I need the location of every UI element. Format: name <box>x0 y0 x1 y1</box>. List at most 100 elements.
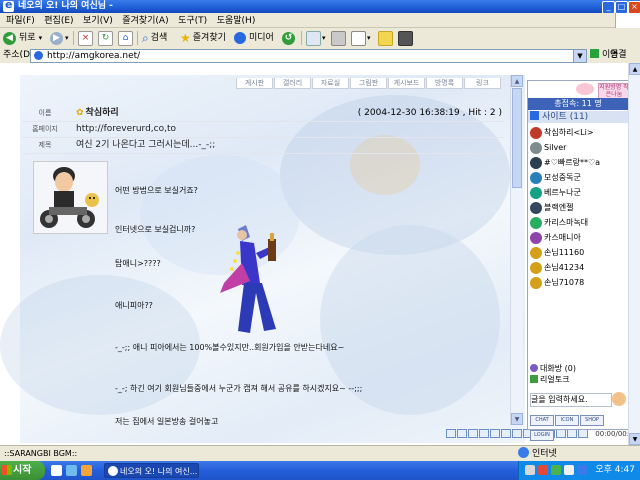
scroll-down-icon[interactable]: ▼ <box>511 413 523 425</box>
address-url: http://amgkorea.net/ <box>47 51 141 61</box>
user-list-item[interactable]: 카스매니아 <box>530 230 626 245</box>
menu-tools[interactable]: 도구(T) <box>178 14 207 28</box>
player-button[interactable] <box>567 429 577 438</box>
user-avatar-icon <box>530 246 542 259</box>
windows-logo-icon <box>615 13 640 28</box>
player-button[interactable] <box>479 429 489 438</box>
globe-icon <box>518 447 529 458</box>
nav-item[interactable]: 방명록 <box>426 78 463 89</box>
player-button[interactable] <box>578 429 588 438</box>
home-button[interactable]: ⌂ <box>118 30 133 46</box>
tray-icon[interactable] <box>538 465 548 475</box>
realtalk-label: 리얼토크 <box>540 375 570 384</box>
volume-icon[interactable] <box>564 465 574 475</box>
refresh-icon: ↻ <box>98 30 113 46</box>
windows-flag-icon <box>2 465 12 475</box>
media-button[interactable]: 미디어 <box>234 30 274 46</box>
user-list-item[interactable]: 착심하리<Li> <box>530 125 626 140</box>
user-list-item[interactable]: 베르누나군 <box>530 185 626 200</box>
forward-arrow-icon: ▶ <box>50 31 63 45</box>
messenger-button[interactable] <box>398 30 413 46</box>
chevron-down-icon: ▾ <box>65 34 69 42</box>
site-users-header[interactable]: 사이트 (11) <box>528 111 628 123</box>
print-icon <box>331 30 346 46</box>
user-list-item[interactable]: 손님41234 <box>530 260 626 275</box>
links-button[interactable]: 연결 <box>610 48 627 63</box>
user-list-item[interactable]: #♡빠르랑**♡a <box>530 155 626 170</box>
media-quicklaunch-icon[interactable] <box>81 465 92 476</box>
chatroom-row[interactable]: 대화방 (0) <box>528 363 628 374</box>
browser-scrollbar[interactable]: ▲ ▼ <box>628 63 640 445</box>
icon-button[interactable]: ICON <box>555 415 579 426</box>
chevron-down-icon: ▾ <box>38 34 43 42</box>
print-button[interactable] <box>331 30 346 46</box>
user-list-item[interactable]: Silver <box>530 140 626 155</box>
nav-item[interactable]: 게시보드 <box>388 78 425 89</box>
player-button[interactable] <box>556 429 566 438</box>
nav-item[interactable]: 게시판 <box>236 78 273 89</box>
scroll-thumb[interactable] <box>512 88 522 188</box>
shop-button[interactable]: SHOP <box>580 415 604 426</box>
address-dropdown-button[interactable]: ▼ <box>573 49 587 63</box>
player-button[interactable] <box>512 429 522 438</box>
player-button[interactable] <box>446 429 456 438</box>
post-author[interactable]: ✿ 착심하리 <box>76 105 119 121</box>
folder-button[interactable] <box>378 30 393 46</box>
scroll-up-icon[interactable]: ▲ <box>629 63 640 75</box>
homepage-label: 홈페이지 <box>32 125 58 133</box>
user-list-item[interactable]: 카리스마녹대 <box>530 215 626 230</box>
user-list-item[interactable]: 블랙엔젤 <box>530 200 626 215</box>
login-button[interactable]: LOGIN <box>530 430 554 441</box>
chat-message-input[interactable]: 글을 입력하세요. <box>530 393 612 407</box>
star-icon: ✿ <box>76 108 84 118</box>
start-button[interactable]: 시작 <box>0 461 45 480</box>
taskbar-window-item[interactable]: 네오의 오! 나의 여신... <box>104 463 199 478</box>
history-button[interactable]: ↺ <box>282 30 295 46</box>
user-avatar-icon <box>530 231 542 244</box>
back-button[interactable]: ◀ 뒤로 ▾ <box>3 30 42 46</box>
nav-item[interactable]: 갤러리 <box>274 78 311 89</box>
scroll-down-icon[interactable]: ▼ <box>629 433 640 445</box>
emoticon-icon[interactable] <box>612 392 626 406</box>
menu-file[interactable]: 파일(F) <box>6 14 35 28</box>
player-button[interactable] <box>501 429 511 438</box>
address-input[interactable]: http://amgkorea.net/ <box>30 49 574 63</box>
menu-view[interactable]: 보기(V) <box>83 14 113 28</box>
edit-button[interactable]: ▾ <box>351 30 371 46</box>
post-name-row: 이름 ✿ 착심하리 ( 2004-12-30 16:38:19 , Hit : 2… <box>22 105 504 122</box>
nav-item[interactable]: 자료실 <box>312 78 349 89</box>
player-button[interactable] <box>468 429 478 438</box>
player-button[interactable] <box>457 429 467 438</box>
tray-icon[interactable] <box>525 465 535 475</box>
stop-button[interactable]: × <box>78 30 93 46</box>
homepage-link[interactable]: http://foreverurd,co,to <box>76 121 176 137</box>
search-button[interactable]: ⌕ 검색 <box>142 30 167 46</box>
player-button[interactable] <box>490 429 500 438</box>
ie-quicklaunch-icon[interactable] <box>51 465 62 476</box>
forward-button[interactable]: ▶ ▾ <box>50 30 69 46</box>
post-text-line: -_-; 하긴 여기 회원님들중에서 누군가 캡져 해서 공유를 하시겠지요~ … <box>115 384 363 393</box>
favorites-button[interactable]: ★ 즐겨찾기 <box>180 30 226 46</box>
nav-item[interactable]: 링크 <box>464 78 501 89</box>
menu-favorites[interactable]: 즐겨찾기(A) <box>122 14 168 28</box>
realtalk-row[interactable]: 리얼토크 <box>528 374 628 385</box>
post-subject-row: 제목 여신 2기 나온다고 그러시는데...-_-;; <box>22 137 504 154</box>
back-arrow-icon: ◀ <box>3 31 16 45</box>
chat-button[interactable]: CHAT <box>530 415 554 426</box>
nav-item[interactable]: 그림판 <box>350 78 387 89</box>
status-bar: ::SARANGBI BGM:: 인터넷 <box>0 445 640 462</box>
mail-icon <box>306 30 321 46</box>
user-list-item[interactable]: 모성중독군 <box>530 170 626 185</box>
sidebar-badge[interactable]: 지원방명 작은나눔 <box>598 83 630 99</box>
post-scrollbar[interactable]: ▲ ▼ <box>510 75 523 425</box>
menu-edit[interactable]: 편집(E) <box>44 14 73 28</box>
scroll-up-icon[interactable]: ▲ <box>511 75 523 87</box>
desktop-quicklaunch-icon[interactable] <box>66 465 77 476</box>
tray-icon[interactable] <box>551 465 561 475</box>
user-list-item[interactable]: 손님71078 <box>530 275 626 290</box>
mail-button[interactable]: ▾ <box>306 30 326 46</box>
network-icon[interactable] <box>577 465 587 475</box>
menu-help[interactable]: 도움말(H) <box>217 14 256 28</box>
user-list-item[interactable]: 손님11160 <box>530 245 626 260</box>
refresh-button[interactable]: ↻ <box>98 30 113 46</box>
